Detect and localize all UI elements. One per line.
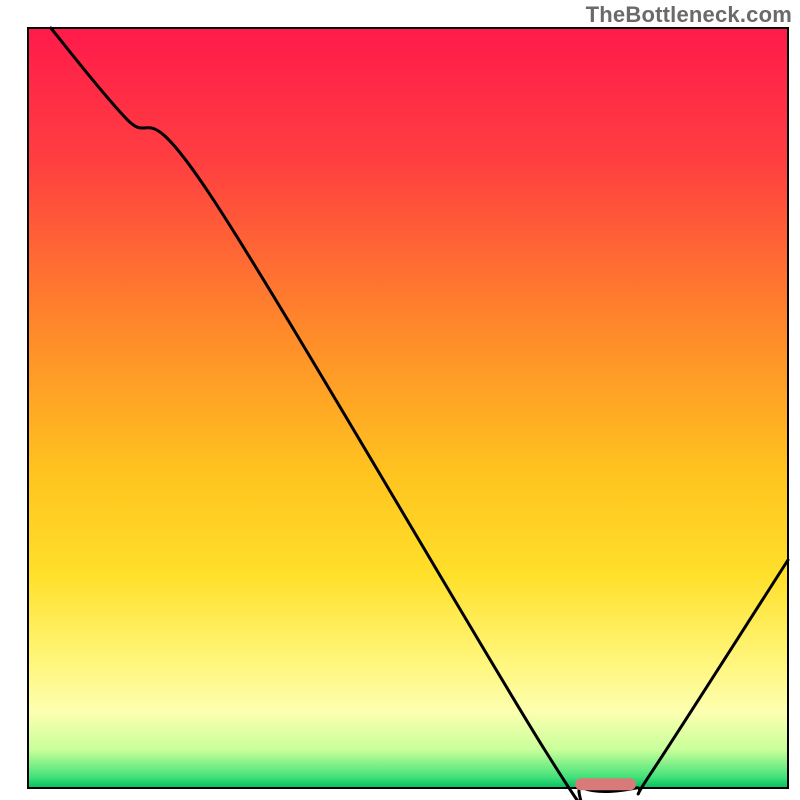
chart-svg bbox=[0, 0, 800, 800]
watermark-label: TheBottleneck.com bbox=[586, 2, 792, 28]
bottleneck-chart: TheBottleneck.com bbox=[0, 0, 800, 800]
chart-plot-area bbox=[28, 28, 788, 788]
optimal-range-marker bbox=[575, 778, 636, 790]
